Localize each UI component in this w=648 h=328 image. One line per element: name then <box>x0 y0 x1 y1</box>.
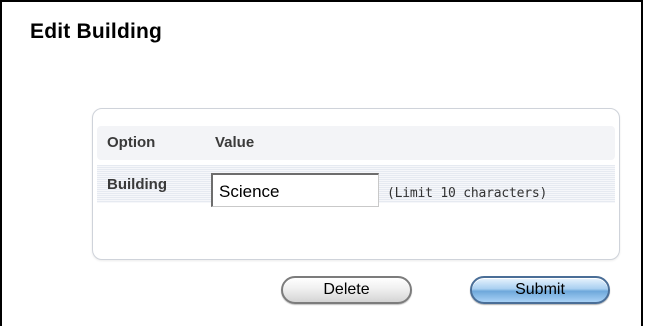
delete-button[interactable]: Delete <box>281 276 412 304</box>
page-title: Edit Building <box>30 20 163 43</box>
character-limit-hint: (Limit 10 characters) <box>387 186 548 201</box>
column-header-value: Value <box>215 134 255 151</box>
edit-building-panel: Option Value Building (Limit 10 characte… <box>92 108 620 260</box>
column-header-option: Option <box>107 134 156 151</box>
building-name-input[interactable] <box>211 173 379 207</box>
table-header-row <box>97 126 615 160</box>
building-label: Building <box>107 176 167 193</box>
submit-button[interactable]: Submit <box>470 276 610 304</box>
